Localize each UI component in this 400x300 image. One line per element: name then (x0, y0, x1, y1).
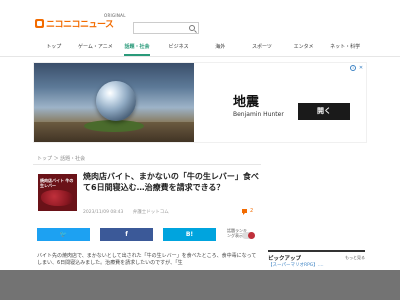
article-source[interactable]: 弁護士ドットコム (133, 210, 169, 215)
article-date: 2023/11/09 08:43 (83, 210, 124, 215)
article-body: バイト先の焼肉店で、まかないとして出された「牛の生レバー」を食べたところ、食中毒… (37, 253, 257, 266)
toggle-knob (248, 232, 255, 239)
site-header: ニコニコニュース ORIGINAL (0, 0, 400, 40)
facebook-share-button[interactable]: f (100, 228, 153, 241)
ad-open-button[interactable]: 開く (298, 103, 350, 120)
nav-item-overseas[interactable]: 海外 (200, 40, 242, 56)
nav-item-entertainment[interactable]: エンタメ (283, 40, 325, 56)
nav-item-game-anime[interactable]: ゲーム・アニメ (75, 40, 117, 56)
crystal-ball-image (96, 81, 136, 121)
nav-divider (0, 56, 400, 57)
thumbnail-caption: 焼肉店バイト 牛の生レバー (40, 178, 74, 188)
breadcrumb-divider (33, 164, 261, 165)
comment-icon[interactable] (242, 209, 247, 215)
search-icon[interactable] (189, 25, 195, 31)
nav-item-sports[interactable]: スポーツ (241, 40, 283, 56)
pickup-header: ピックアップ もっと見る (268, 250, 365, 262)
raw-liver-image (41, 190, 74, 206)
bottom-overlay (0, 270, 400, 300)
article-meta: 2023/11/09 08:43 弁護士ドットコム (83, 209, 169, 215)
ad-subtitle: Benjamin Hunter (233, 111, 284, 118)
twitter-share-button[interactable]: 🐦 (37, 228, 90, 241)
logo-mark-icon (35, 18, 44, 28)
ad-image[interactable] (34, 63, 194, 142)
ad-banner[interactable]: 地震 Benjamin Hunter 開く i ✕ (33, 62, 367, 143)
article-title: 焼肉店バイト、まかないの「牛の生レバー」食べて6日間寝込む…治療費を請求できる？ (83, 172, 259, 192)
main-nav: トップ ゲーム・アニメ 話題・社会 ビジネス 海外 スポーツ エンタメ ネット・… (33, 40, 366, 56)
ranking-toggle[interactable] (242, 232, 255, 239)
search-input[interactable] (133, 22, 199, 34)
ad-image-moss (84, 120, 144, 132)
nav-item-top[interactable]: トップ (33, 40, 75, 56)
ad-title: 地震 (233, 95, 260, 110)
nav-item-net-science[interactable]: ネット・科学 (324, 40, 366, 56)
pickup-item[interactable]: 【スーパーマリオRPG】.... (268, 263, 365, 269)
ad-info-icon[interactable]: i (350, 65, 356, 71)
original-badge: ORIGINAL (104, 13, 126, 18)
pickup-label: ピックアップ (268, 256, 302, 262)
nav-item-business[interactable]: ビジネス (158, 40, 200, 56)
ad-close-icon[interactable]: ✕ (358, 65, 364, 71)
comment-count[interactable]: 2 (250, 208, 253, 214)
nav-item-topics-society[interactable]: 話題・社会 (116, 40, 158, 56)
breadcrumb[interactable]: トップ ＞ 話題・社会 (37, 155, 85, 162)
pickup-more-link[interactable]: もっと見る (345, 255, 365, 261)
hatena-bookmark-button[interactable]: B! (163, 228, 216, 241)
article-thumbnail: 焼肉店バイト 牛の生レバー (38, 174, 77, 211)
twitter-bird-icon: 🐦 (59, 231, 68, 238)
site-logo[interactable]: ニコニコニュース (35, 17, 114, 30)
logo-text: ニコニコニュース (46, 19, 114, 30)
